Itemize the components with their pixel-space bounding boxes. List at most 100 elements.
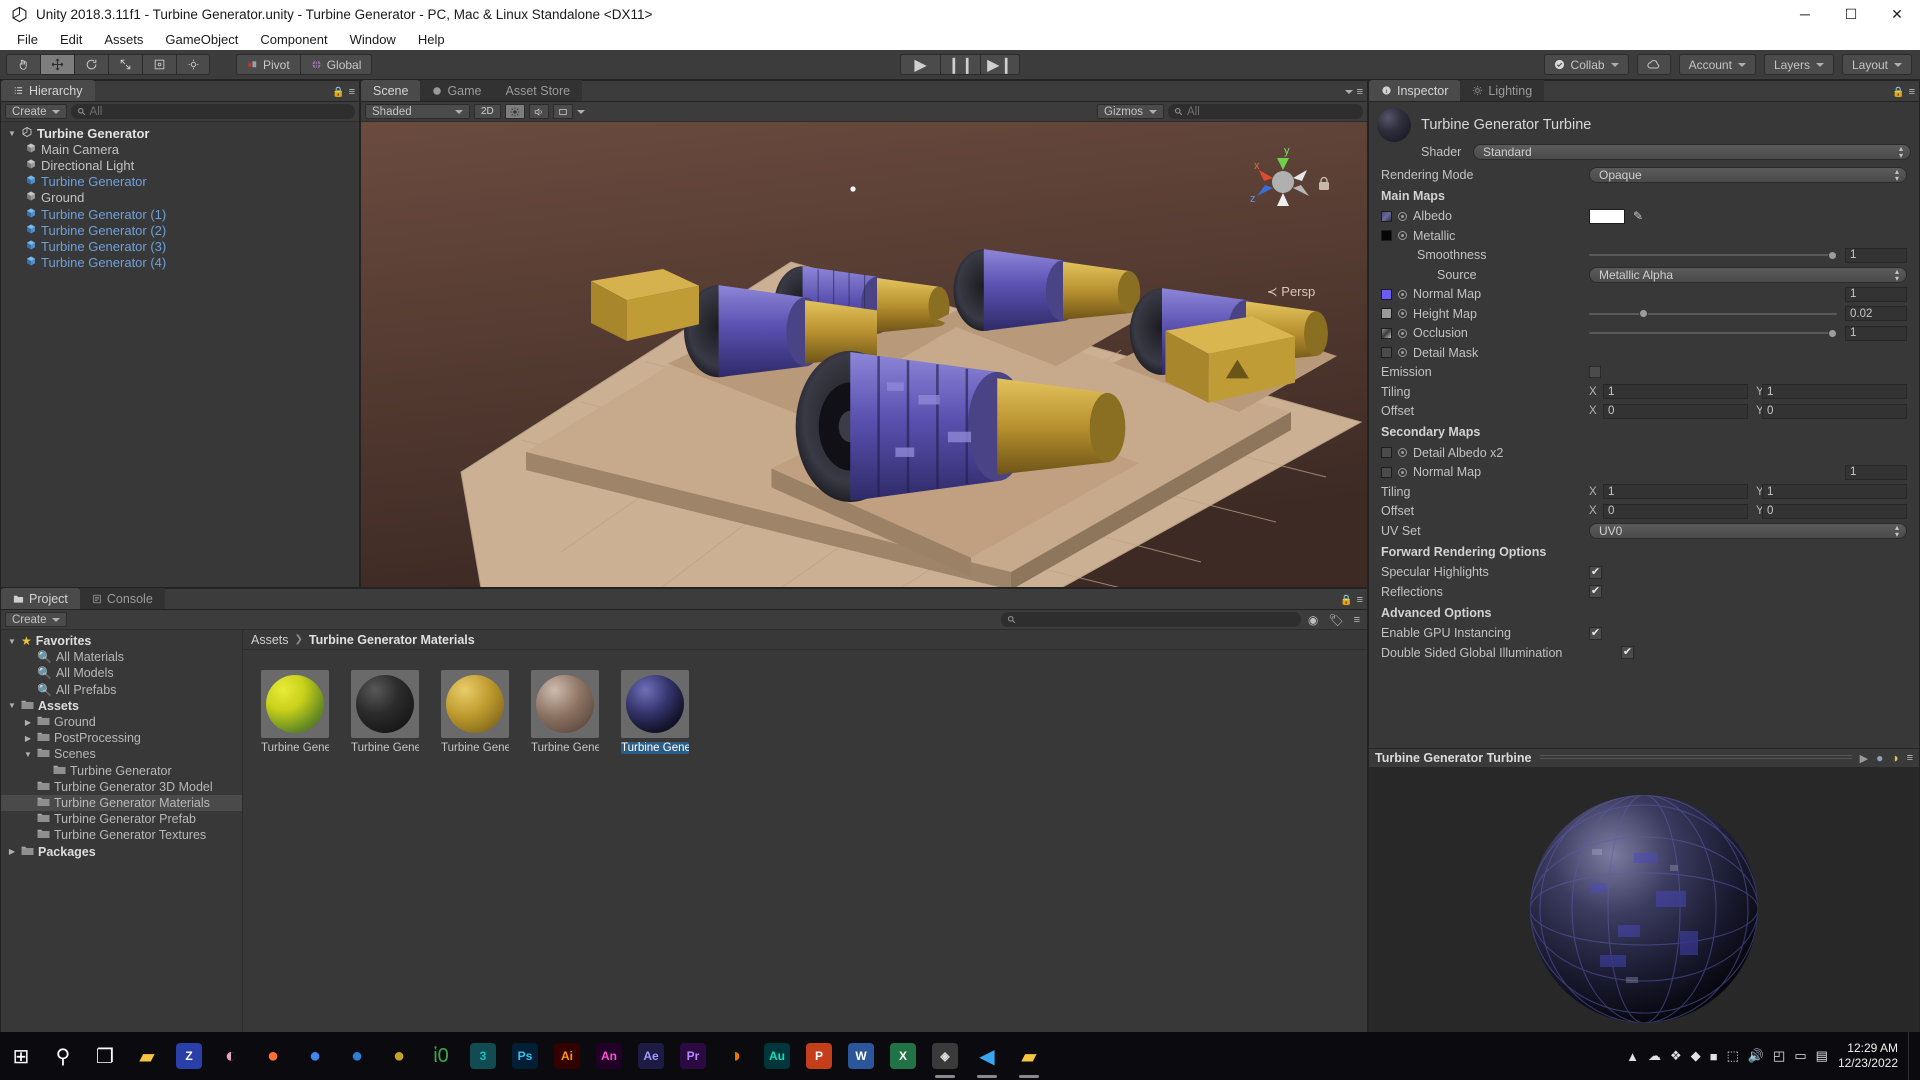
albedo-texture-swatch[interactable] — [1381, 211, 1392, 222]
metallic-toggle-icon[interactable] — [1398, 231, 1407, 240]
antivirus-icon[interactable]: ❖ — [1670, 1048, 1682, 1064]
offset-x-value[interactable]: 0 — [1603, 404, 1748, 419]
preview-play-icon[interactable]: ▶ — [1860, 752, 1868, 765]
network-icon[interactable]: ◰ — [1773, 1048, 1785, 1064]
dropbox-icon[interactable]: ◆ — [1691, 1048, 1701, 1064]
secondary-offset-x-value[interactable]: 0 — [1603, 504, 1748, 519]
start-button[interactable]: ⊞ — [0, 1032, 42, 1080]
occlusion-toggle-icon[interactable] — [1398, 329, 1407, 338]
secondary-tiling-y-value[interactable]: 1 — [1762, 484, 1907, 499]
tab-hierarchy[interactable]: Hierarchy — [1, 80, 95, 101]
height-map-toggle-icon[interactable] — [1398, 309, 1407, 318]
substance-icon[interactable]: ● — [378, 1032, 420, 1080]
uv-set-dropdown[interactable]: UV0 ▴▾ — [1589, 523, 1907, 539]
photoshop-icon[interactable]: Ps — [504, 1032, 546, 1080]
tab-asset-store[interactable]: Asset Store — [494, 80, 583, 101]
zbrush-icon[interactable]: Z — [168, 1032, 210, 1080]
chevron-down-icon[interactable] — [577, 110, 585, 114]
specular-highlights-checkbox[interactable] — [1589, 566, 1602, 579]
tab-lighting[interactable]: Lighting — [1460, 80, 1544, 101]
asset-item[interactable]: Turbine Gene… — [441, 670, 509, 754]
global-toggle[interactable]: Global — [300, 54, 373, 75]
scale-tool-icon[interactable] — [108, 54, 142, 75]
chrome-icon[interactable]: ● — [294, 1032, 336, 1080]
menu-component[interactable]: Component — [249, 30, 338, 49]
secondary-normal-toggle-icon[interactable] — [1398, 468, 1407, 477]
detail-albedo-texture-swatch[interactable] — [1381, 447, 1392, 458]
scene-draw-mode-dropdown[interactable]: Shaded — [365, 104, 470, 119]
scene-gizmos-dropdown[interactable]: Gizmos — [1097, 104, 1164, 119]
blender-icon[interactable]: ◑ — [714, 1032, 756, 1080]
lock-icon[interactable]: 🔒 — [1892, 87, 1904, 98]
word-icon[interactable]: W — [840, 1032, 882, 1080]
hierarchy-item[interactable]: Turbine Generator — [1, 174, 359, 190]
powerpoint-icon[interactable]: P — [798, 1032, 840, 1080]
secondary-tiling-x-value[interactable]: 1 — [1603, 484, 1748, 499]
preview-drag-handle[interactable] — [1540, 755, 1852, 761]
illustrator-icon[interactable]: Ai — [546, 1032, 588, 1080]
show-desktop-button[interactable] — [1908, 1032, 1914, 1080]
panel-menu-icon[interactable]: ≡ — [1357, 594, 1363, 606]
battery-icon[interactable]: ▭ — [1794, 1048, 1806, 1064]
asset-item[interactable]: Turbine Gene… — [261, 670, 329, 754]
asset-item[interactable]: Turbine Gene… — [621, 670, 689, 754]
volume-icon[interactable]: 🔊 — [1748, 1048, 1764, 1064]
tab-project[interactable]: Project — [1, 588, 80, 609]
double-sided-gi-checkbox[interactable] — [1621, 646, 1634, 659]
eyedropper-icon[interactable]: ✎ — [1633, 209, 1643, 223]
expand-arrow-icon[interactable]: ▶ — [23, 734, 33, 743]
globe-icon[interactable]: ἱ0 — [420, 1032, 462, 1080]
menu-gameobject[interactable]: GameObject — [154, 30, 249, 49]
lock-icon[interactable]: 🔒 — [332, 87, 344, 98]
search-app-icon[interactable]: ● — [336, 1032, 378, 1080]
task-view-icon[interactable]: ❐ — [84, 1032, 126, 1080]
layout-button[interactable]: Layout — [1842, 54, 1912, 75]
excel-icon[interactable]: X — [882, 1032, 924, 1080]
pivot-toggle[interactable]: Pivot — [236, 54, 300, 75]
expand-arrow-icon[interactable]: ▼ — [23, 750, 33, 759]
collab-button[interactable]: Collab — [1544, 54, 1629, 75]
onedrive-icon[interactable]: ☁ — [1648, 1048, 1661, 1064]
menu-assets[interactable]: Assets — [93, 30, 154, 49]
normal-map-value[interactable]: 1 — [1845, 287, 1907, 302]
project-favorites-root[interactable]: ▼★Favorites — [1, 633, 242, 649]
project-search-input[interactable] — [1001, 612, 1301, 627]
preview-menu-icon[interactable]: ≡ — [1907, 752, 1913, 764]
project-favorite-item[interactable]: 🔍All Models — [1, 665, 242, 681]
offset-y-value[interactable]: 0 — [1762, 404, 1907, 419]
scene-viewport[interactable]: y x z ≺ Persp — [361, 122, 1367, 587]
animate-icon[interactable]: An — [588, 1032, 630, 1080]
rendering-mode-dropdown[interactable]: Opaque ▴▾ — [1589, 167, 1907, 183]
project-tree-item[interactable]: ▶PostProcessing — [1, 730, 242, 746]
height-map-texture-swatch[interactable] — [1381, 308, 1392, 319]
panel-menu-icon[interactable]: ≡ — [349, 86, 355, 98]
unity-icon[interactable]: ◈ — [924, 1032, 966, 1080]
taskbar-clock[interactable]: 12:29 AM 12/23/2022 — [1838, 1041, 1898, 1071]
expand-arrow-icon[interactable]: ▼ — [7, 129, 17, 138]
project-tree-item[interactable]: Turbine Generator 3D Model — [1, 779, 242, 795]
play-button[interactable]: ▶ — [900, 54, 940, 75]
metallic-texture-swatch[interactable] — [1381, 230, 1392, 241]
premiere-icon[interactable]: Pr — [672, 1032, 714, 1080]
project-tree-item[interactable]: Turbine Generator — [1, 763, 242, 779]
scene-audio-toggle[interactable] — [529, 104, 549, 119]
hierarchy-item[interactable]: Turbine Generator (1) — [1, 206, 359, 222]
tiling-x-value[interactable]: 1 — [1603, 384, 1748, 399]
project-tree-item[interactable]: Turbine Generator Prefab — [1, 811, 242, 827]
secondary-normal-texture-swatch[interactable] — [1381, 467, 1392, 478]
project-tree-item[interactable]: ▶Ground — [1, 714, 242, 730]
move-tool-icon[interactable] — [40, 54, 74, 75]
emission-checkbox[interactable] — [1589, 366, 1601, 378]
hierarchy-item[interactable]: Main Camera — [1, 141, 359, 157]
expand-arrow-icon[interactable]: ▶ — [23, 718, 33, 727]
project-packages-root[interactable]: ▶Packages — [1, 843, 242, 859]
reflections-checkbox[interactable] — [1589, 585, 1602, 598]
albedo-color-field[interactable] — [1589, 209, 1625, 224]
expand-arrow-icon[interactable]: ▼ — [7, 637, 17, 646]
secondary-normal-value[interactable]: 1 — [1845, 465, 1907, 480]
hierarchy-item[interactable]: Turbine Generator (3) — [1, 238, 359, 254]
gpu-instancing-checkbox[interactable] — [1589, 627, 1602, 640]
search-icon[interactable]: ⚲ — [42, 1032, 84, 1080]
menu-help[interactable]: Help — [407, 30, 456, 49]
material-preview[interactable] — [1369, 767, 1919, 1051]
